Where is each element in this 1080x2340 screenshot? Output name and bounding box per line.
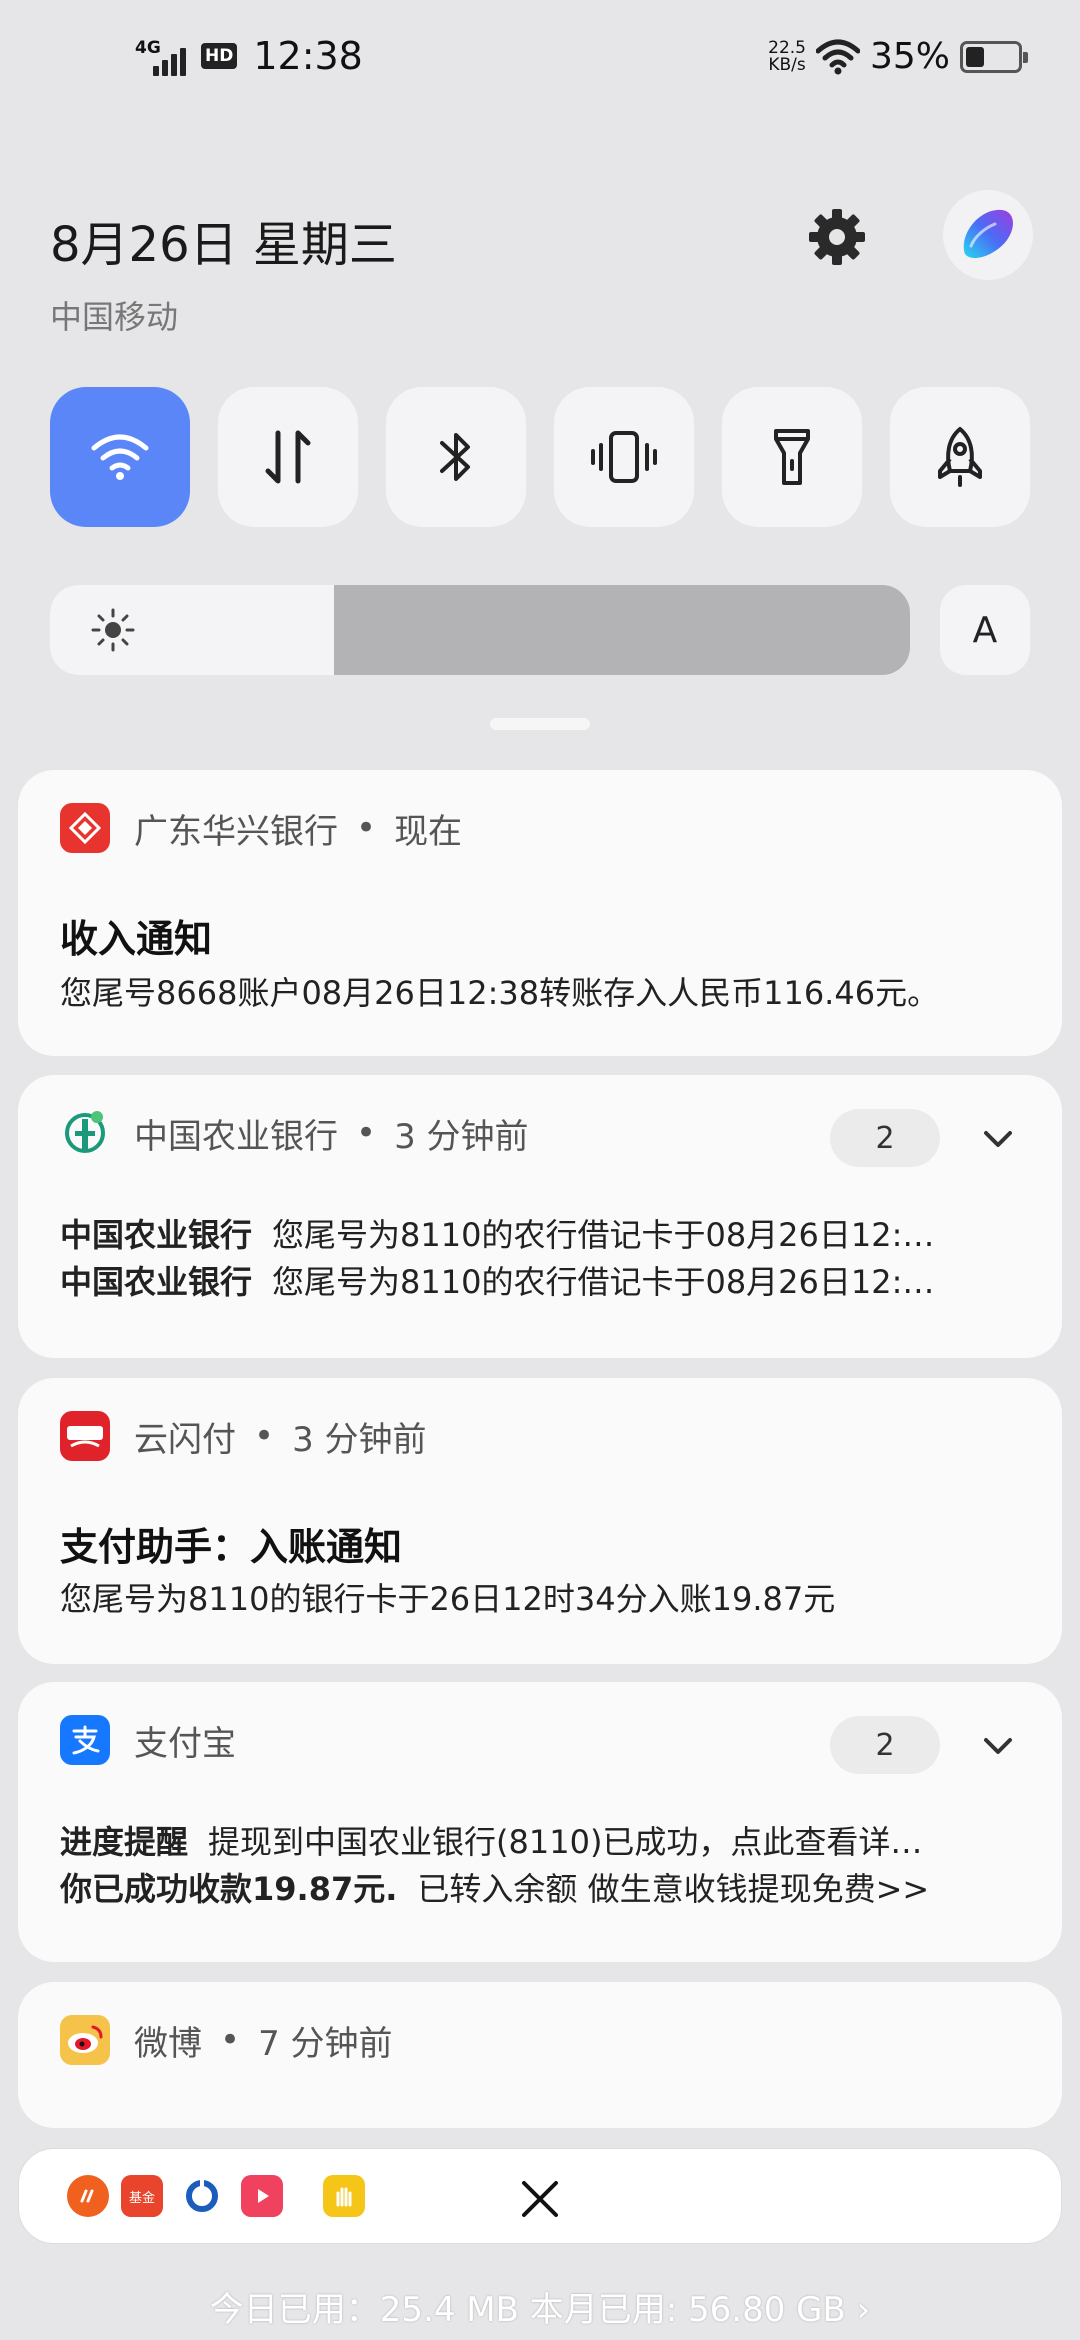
net-speed: 22.5 KB/s — [768, 37, 806, 75]
bluetooth-icon — [440, 433, 470, 481]
notification-header: 广东华兴银行 • 现在 — [60, 800, 462, 856]
notification-title: 支付助手：入账通知 — [60, 1525, 403, 1569]
separator-dot: • — [254, 1416, 275, 1456]
date-label: 8月26日 星期三 — [50, 217, 397, 273]
wifi-icon — [91, 434, 149, 480]
unionpay-app-icon — [60, 1411, 110, 1461]
wifi-status-icon — [815, 39, 860, 74]
app-name: 云闪付 — [134, 1419, 236, 1460]
signal-icon: 4G — [135, 36, 191, 76]
vibrate-icon — [591, 431, 657, 483]
mobile-data-toggle[interactable] — [218, 387, 358, 527]
hxbank-app-icon — [60, 803, 110, 853]
ccb-icon[interactable] — [181, 2175, 223, 2217]
notification-header: 中国农业银行 • 3 分钟前 — [60, 1105, 529, 1161]
battery-icon — [960, 40, 1028, 73]
notification-header: 云闪付 • 3 分钟前 — [60, 1408, 427, 1464]
status-left: 4G HD 12:38 — [135, 34, 363, 78]
notification-title: 收入通知 — [60, 917, 213, 961]
notification-time: 现在 — [394, 811, 463, 852]
brightness-slider[interactable] — [50, 585, 910, 675]
auto-brightness-button[interactable]: A — [940, 585, 1030, 675]
notification-card-abc[interactable]: 中国农业银行 • 3 分钟前 2 中国农业银行 您尾号为8110的农行借记卡于08… — [18, 1075, 1062, 1358]
line-sender: 你已成功收款19.87元. — [60, 1870, 398, 1908]
notification-line: 中国农业银行 您尾号为8110的农行借记卡于08月26日12:… — [60, 1210, 1030, 1256]
line-sender: 进度提醒 — [60, 1823, 189, 1861]
notification-count-badge[interactable]: 2 — [830, 1109, 940, 1167]
assistant-orb-icon — [963, 209, 1013, 259]
line-text: 已转入余额 做生意收钱提现免费>> — [417, 1870, 930, 1908]
separator-dot: • — [220, 2020, 241, 2060]
separator-dot: • — [356, 1113, 377, 1153]
app-name: 中国农业银行 — [134, 1116, 338, 1157]
hand-icon[interactable] — [323, 2175, 365, 2217]
mobile-data-icon — [265, 430, 311, 484]
gear-icon[interactable] — [805, 205, 869, 269]
app-name: 支付宝 — [134, 1723, 236, 1764]
net-speed-unit: KB/s — [768, 54, 806, 75]
notification-card-hxbank[interactable]: 广东华兴银行 • 现在 收入通知 您尾号8668账户08月26日12:38转账存… — [18, 770, 1062, 1056]
notification-body: 您尾号8668账户08月26日12:38转账存入人民币116.46元。 — [60, 974, 940, 1012]
vibrate-toggle[interactable] — [554, 387, 694, 527]
flashlight-icon — [774, 429, 810, 485]
brightness-icon — [91, 608, 135, 652]
rocket-icon — [938, 427, 982, 487]
drag-handle[interactable] — [490, 718, 590, 730]
close-button[interactable] — [485, 2144, 595, 2254]
assistant-avatar[interactable] — [943, 190, 1033, 280]
status-bar: 4G HD 12:38 22.5 KB/s 35% — [0, 0, 1080, 120]
notification-time: 3 分钟前 — [292, 1419, 427, 1460]
net-speed-value: 22.5 — [768, 37, 806, 58]
weibo-app-icon — [60, 2015, 110, 2065]
notification-line: 进度提醒 提现到中国农业银行(8110)已成功，点此查看详… — [60, 1817, 1030, 1863]
jiyin-label: 基金 — [128, 2190, 155, 2206]
hd-badge: HD — [201, 43, 238, 69]
video-icon[interactable] — [241, 2175, 283, 2217]
status-right: 22.5 KB/s 35% — [768, 36, 1028, 77]
notification-line: 中国农业银行 您尾号为8110的农行借记卡于08月26日12:… — [60, 1257, 1030, 1303]
app-name: 微博 — [134, 2023, 202, 2064]
battery-percent: 35% — [869, 36, 950, 77]
bluetooth-toggle[interactable] — [386, 387, 526, 527]
chevron-down-icon[interactable] — [978, 1726, 1018, 1766]
flashlight-toggle[interactable] — [722, 387, 862, 527]
quick-toggles — [50, 387, 1030, 527]
wifi-toggle[interactable] — [50, 387, 190, 527]
notification-time: 3 分钟前 — [394, 1116, 529, 1157]
alipay-app-icon — [60, 1715, 110, 1765]
app-name: 广东华兴银行 — [134, 811, 338, 852]
jiyin-icon[interactable]: 基金 — [121, 2175, 163, 2217]
status-time: 12:38 — [253, 34, 363, 78]
battery-fill — [966, 46, 984, 67]
notification-count-badge[interactable]: 2 — [830, 1716, 940, 1774]
notification-card-alipay[interactable]: 支付宝 2 进度提醒 提现到中国农业银行(8110)已成功，点此查看详… 你已成功… — [18, 1682, 1062, 1962]
notification-header: 支付宝 — [60, 1712, 236, 1768]
rocket-toggle[interactable] — [890, 387, 1030, 527]
notification-time: 7 分钟前 — [258, 2023, 393, 2064]
close-icon — [522, 2181, 558, 2217]
line-sender: 中国农业银行 — [60, 1263, 253, 1301]
chevron-down-icon[interactable] — [978, 1119, 1018, 1159]
line-text: 您尾号为8110的农行借记卡于08月26日12:… — [272, 1216, 935, 1254]
notification-line: 你已成功收款19.87元. 已转入余额 做生意收钱提现免费>> — [60, 1864, 1030, 1910]
line-sender: 中国农业银行 — [60, 1216, 253, 1254]
notification-card-unionpay[interactable]: 云闪付 • 3 分钟前 支付助手：入账通知 您尾号为8110的银行卡于26日12… — [18, 1378, 1062, 1664]
mi-icon[interactable] — [67, 2175, 109, 2217]
notification-card-weibo[interactable]: 微博 • 7 分钟前 — [18, 1982, 1062, 2128]
data-usage-label[interactable]: 今日已用：25.4 MB 本月已用: 56.80 GB › — [0, 2282, 1080, 2331]
separator-dot: • — [356, 808, 377, 848]
line-text: 提现到中国农业银行(8110)已成功，点此查看详… — [208, 1823, 923, 1861]
notification-body: 您尾号为8110的银行卡于26日12时34分入账19.87元 — [60, 1580, 836, 1618]
abc-app-icon — [60, 1108, 110, 1158]
carrier-label: 中国移动 — [50, 298, 179, 336]
notification-header: 微博 • 7 分钟前 — [60, 2012, 393, 2068]
line-text: 您尾号为8110的农行借记卡于08月26日12:… — [272, 1263, 935, 1301]
